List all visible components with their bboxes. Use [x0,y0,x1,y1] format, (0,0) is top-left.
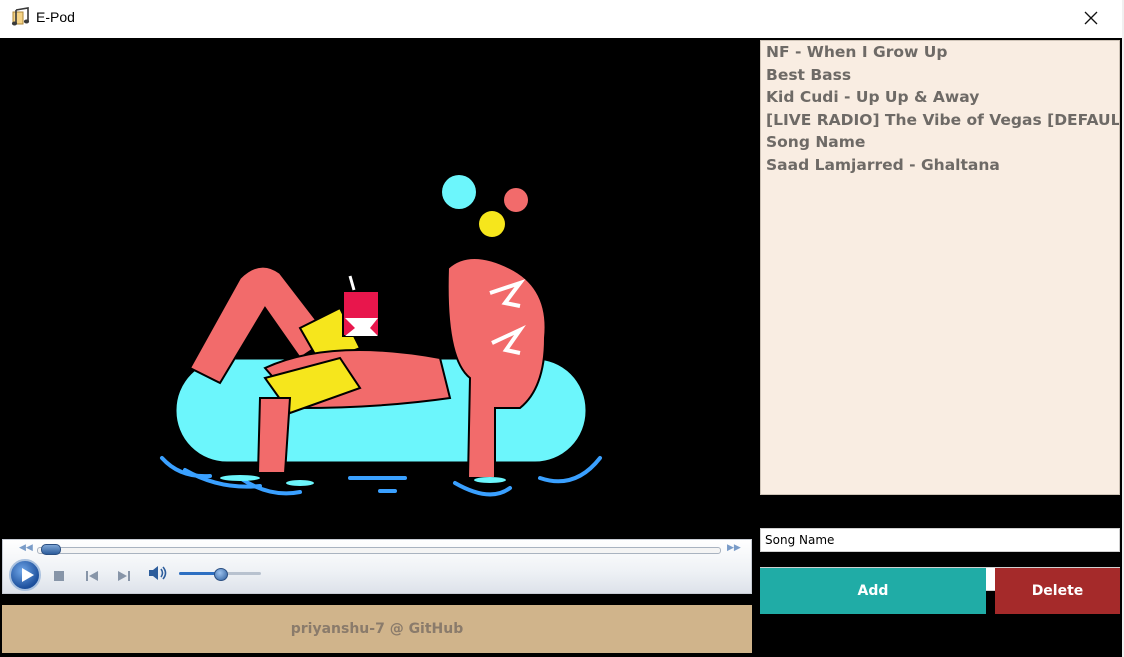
playlist-item[interactable]: Kid Cudi - Up Up & Away [761,86,1119,109]
previous-track-icon[interactable] [85,567,99,586]
video-display [0,38,755,538]
media-player-controls: ◀◀ ▶▶ [2,539,752,594]
github-credit-button[interactable]: priyanshu-7 @ GitHub [2,605,752,653]
playlist-item[interactable]: Saad Lamjarred - Ghaltana [761,154,1119,177]
volume-thumb[interactable] [214,568,228,581]
playlist[interactable]: NF - When I Grow Up Best Bass Kid Cudi -… [760,40,1120,495]
seek-thumb[interactable] [41,544,61,555]
relaxing-float-illustration [160,175,602,497]
next-track-icon[interactable] [117,567,131,586]
playlist-item[interactable]: [LIVE RADIO] The Vibe of Vegas [DEFAUL [761,109,1119,132]
close-button[interactable] [1068,0,1114,36]
delete-button[interactable]: Delete [995,568,1120,614]
window-title: E-Pod [36,9,75,25]
speaker-icon[interactable] [148,564,168,586]
playlist-item[interactable]: Song Name [761,131,1119,154]
main-frame: ◀◀ ▶▶ priyanshu-7 @ GitHub NF - When I G… [0,38,1122,657]
stop-icon[interactable] [53,567,65,586]
close-icon [1084,11,1098,25]
song-name-input[interactable] [760,528,1120,552]
play-button[interactable] [9,559,41,591]
add-button[interactable]: Add [760,568,986,614]
playlist-item[interactable]: NF - When I Grow Up [761,41,1119,64]
playlist-item[interactable]: Best Bass [761,64,1119,87]
title-bar: E-Pod [0,0,1124,38]
rewind-icon[interactable]: ◀◀ [19,543,33,553]
music-notes-icon [10,7,32,29]
fast-forward-icon[interactable]: ▶▶ [727,543,741,553]
seek-bar[interactable] [37,547,721,554]
